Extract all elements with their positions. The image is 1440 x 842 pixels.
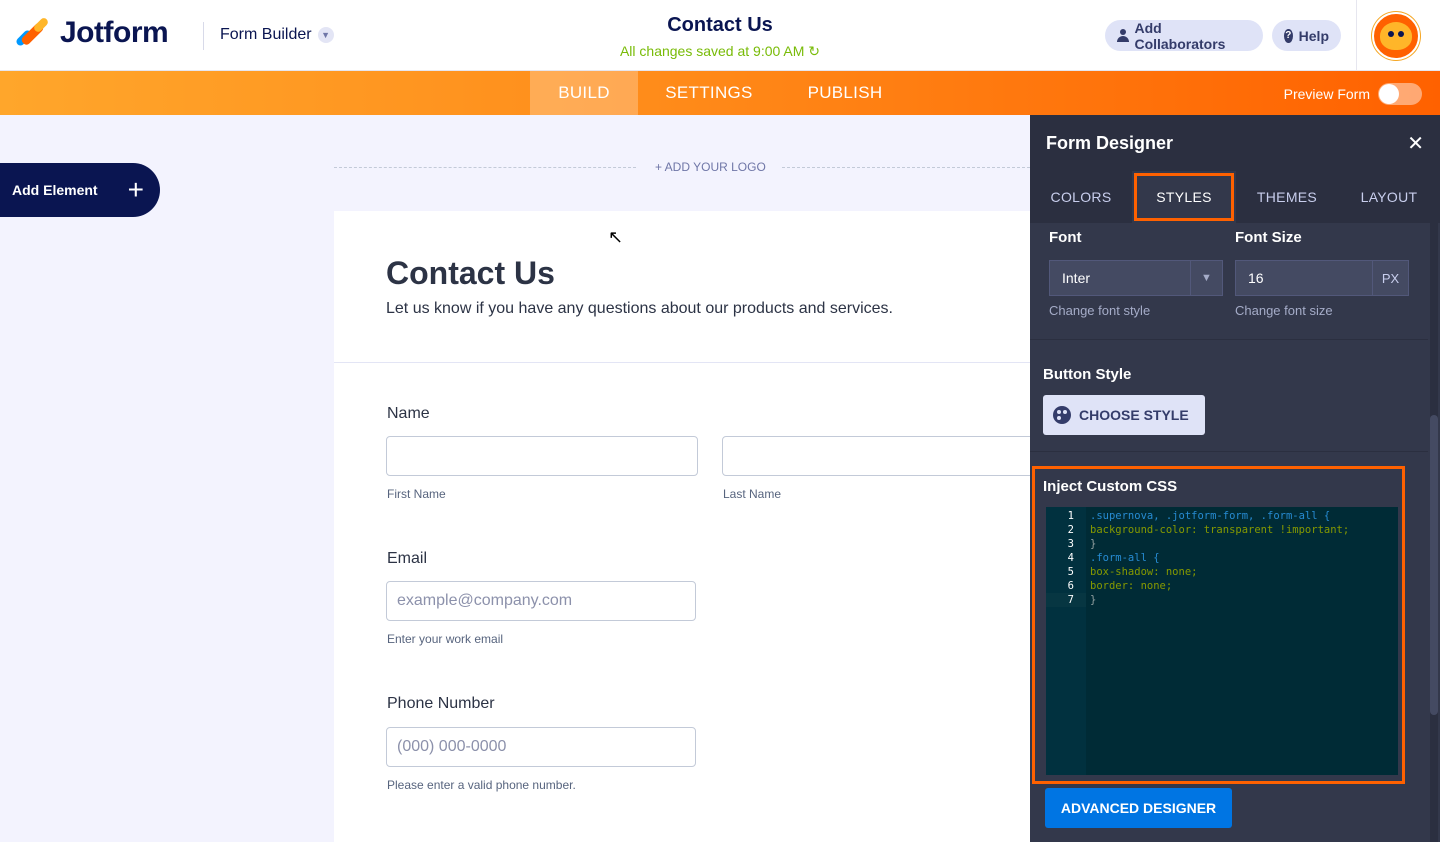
form-heading[interactable]: Contact Us: [386, 255, 555, 292]
code-line: box-shadow: none;: [1090, 566, 1198, 578]
email-sublabel: Enter your work email: [387, 632, 504, 646]
avatar-divider: [1356, 0, 1357, 71]
font-size-unit: PX: [1372, 261, 1408, 295]
css-code-editor[interactable]: 1 2 3 4 5 6 7 .supernova, .jotform-form,…: [1046, 507, 1398, 775]
chevron-down-icon: ▼: [317, 27, 334, 43]
choose-style-button[interactable]: CHOOSE STYLE: [1043, 395, 1205, 435]
code-line: .supernova, .jotform-form, .form-all {: [1090, 510, 1331, 522]
designer-header: Form Designer ✕: [1030, 115, 1440, 171]
form-title[interactable]: Contact Us: [520, 14, 920, 37]
logo-dashed-line-right: [782, 167, 1030, 168]
builder-nav: BUILD SETTINGS PUBLISH Preview Form: [0, 71, 1440, 115]
add-element-label: Add Element: [12, 182, 98, 198]
font-help-text: Change font style: [1049, 303, 1151, 318]
question-icon: ?: [1284, 28, 1293, 43]
add-collaborators-button[interactable]: Add Collaborators: [1105, 19, 1263, 52]
font-size-value: 16: [1248, 270, 1264, 286]
save-status-text: All changes saved at 9:00 AM: [619, 43, 805, 59]
plus-icon: +: [127, 174, 144, 205]
designer-title: Form Designer: [1046, 133, 1174, 153]
avatar[interactable]: [1372, 12, 1420, 60]
jotform-logo[interactable]: Jotform: [14, 16, 169, 50]
preview-form-label: Preview Form: [1283, 86, 1370, 102]
preview-form-toggle[interactable]: [1378, 83, 1422, 105]
advanced-designer-button[interactable]: ADVANCED DESIGNER: [1045, 788, 1232, 828]
top-bar: Jotform Form Builder ▼ Contact Us All ch…: [0, 0, 1440, 71]
choose-style-label: CHOOSE STYLE: [1079, 407, 1189, 423]
user-icon: [1117, 29, 1129, 42]
font-select[interactable]: Inter ▼: [1049, 260, 1223, 296]
tab-styles[interactable]: STYLES: [1132, 171, 1236, 223]
line-number: 4: [1067, 552, 1074, 564]
email-input[interactable]: example@company.com: [386, 581, 696, 621]
first-name-sublabel: First Name: [387, 487, 446, 501]
tab-themes[interactable]: THEMES: [1236, 171, 1338, 223]
custom-css-label: Inject Custom CSS: [1043, 478, 1178, 495]
last-name-input[interactable]: [722, 436, 1042, 476]
phone-input[interactable]: (000) 000-0000: [386, 727, 696, 767]
refresh-icon: ↻: [808, 43, 821, 59]
line-number: 6: [1067, 580, 1074, 592]
designer-scrollbar-thumb[interactable]: [1430, 415, 1438, 715]
section-divider: [1030, 339, 1428, 340]
code-line: }: [1090, 594, 1097, 606]
logo-dashed-line-left: [334, 167, 636, 168]
phone-sublabel: Please enter a valid phone number.: [387, 778, 576, 792]
form-builder-label: Form Builder: [220, 26, 312, 43]
add-logo-link[interactable]: + ADD YOUR LOGO: [655, 160, 766, 174]
line-number: 2: [1067, 524, 1074, 536]
code-line: background-color: transparent !important…: [1090, 524, 1350, 536]
form-designer-panel: Form Designer ✕ COLORS STYLES THEMES LAY…: [1030, 115, 1440, 842]
add-collaborators-label: Add Collaborators: [1134, 19, 1226, 52]
form-builder-menu[interactable]: Form Builder ▼: [220, 26, 334, 44]
code-line: .form-all {: [1090, 552, 1160, 564]
line-number: 7: [1046, 593, 1086, 607]
email-label: Email: [387, 550, 428, 567]
form-title-area: Contact Us All changes saved at 9:00 AM …: [520, 14, 920, 60]
font-label: Font: [1049, 229, 1082, 246]
add-element-button[interactable]: Add Element +: [0, 163, 160, 217]
line-number: 1: [1067, 510, 1074, 522]
font-size-help-text: Change font size: [1235, 303, 1333, 318]
editor-gutter: 1 2 3 4 5 6 7: [1046, 507, 1086, 775]
close-icon[interactable]: ✕: [1407, 131, 1424, 156]
save-status: All changes saved at 9:00 AM ↻: [520, 43, 920, 60]
line-number: 3: [1067, 538, 1074, 550]
form-header[interactable]: Contact Us Let us know if you have any q…: [334, 211, 1034, 363]
tab-build[interactable]: BUILD: [530, 71, 638, 115]
phone-label: Phone Number: [387, 695, 495, 712]
line-number: 5: [1067, 566, 1074, 578]
code-line: }: [1090, 538, 1097, 550]
tab-settings[interactable]: SETTINGS: [638, 71, 780, 115]
custom-css-section: Inject Custom CSS 1 2 3 4 5 6 7 .superno…: [1032, 466, 1405, 784]
designer-tabs: COLORS STYLES THEMES LAYOUT: [1030, 171, 1440, 223]
preview-form-control: Preview Form: [1284, 83, 1422, 105]
palette-icon: [1053, 406, 1071, 424]
form-subheading[interactable]: Let us know if you have any questions ab…: [386, 300, 893, 318]
help-button[interactable]: ? Help: [1272, 20, 1341, 51]
jotform-logo-icon: [14, 16, 50, 49]
button-style-label: Button Style: [1043, 366, 1132, 383]
first-name-input[interactable]: [386, 436, 698, 476]
font-select-value: Inter: [1062, 270, 1091, 286]
name-label: Name: [387, 405, 430, 422]
code-line: border: none;: [1090, 580, 1173, 592]
font-size-label: Font Size: [1235, 229, 1302, 246]
dropdown-arrow-icon: ▼: [1190, 261, 1222, 295]
help-label: Help: [1298, 27, 1329, 44]
brand-name: Jotform: [60, 16, 169, 49]
tab-colors[interactable]: COLORS: [1030, 171, 1132, 223]
last-name-sublabel: Last Name: [723, 487, 782, 501]
section-divider: [1030, 451, 1428, 452]
header-divider: [203, 22, 204, 50]
tab-publish[interactable]: PUBLISH: [780, 71, 910, 115]
avatar-face-icon: [1380, 22, 1412, 50]
mouse-cursor-icon: ↖: [608, 227, 624, 247]
tab-layout[interactable]: LAYOUT: [1338, 171, 1440, 223]
form-card: Contact Us Let us know if you have any q…: [334, 211, 1042, 842]
font-size-input[interactable]: 16 PX: [1235, 260, 1409, 296]
